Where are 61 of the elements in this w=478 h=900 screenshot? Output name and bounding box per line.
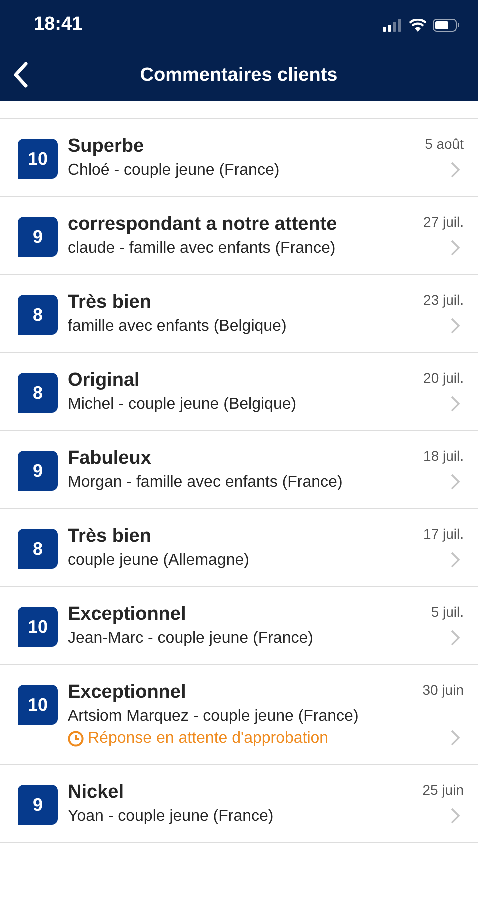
score-badge: 10 bbox=[18, 607, 58, 647]
review-row[interactable]: 9 correspondant a notre attente claude - famille avec enfants (France) 27 juil. bbox=[0, 197, 478, 275]
review-title: Superbe bbox=[68, 136, 146, 158]
review-date: 27 juil. bbox=[424, 214, 464, 230]
review-title: Très bien bbox=[68, 526, 152, 548]
chevron-icon bbox=[451, 318, 460, 334]
review-title: Très bien bbox=[68, 292, 152, 314]
battery-icon bbox=[433, 18, 460, 32]
score-badge: 8 bbox=[18, 373, 58, 413]
score-badge: 8 bbox=[18, 529, 58, 569]
review-row[interactable]: 8 Original Michel - couple jeune (Belgique) 20 juil. bbox=[0, 353, 478, 431]
reviewer-info: Artsiom Marquez - couple jeune (France) bbox=[68, 708, 360, 726]
reviewer-info: famille avec enfants (Belgique) bbox=[68, 318, 288, 336]
chevron-icon bbox=[451, 808, 460, 824]
review-date: 5 juil. bbox=[431, 604, 464, 620]
chevron-icon bbox=[451, 630, 460, 646]
review-row[interactable]: 8 Très bien famille avec enfants (Belgique) 23 juil. bbox=[0, 275, 478, 353]
score-badge: 9 bbox=[18, 451, 58, 491]
review-title: Exceptionnel bbox=[68, 604, 188, 626]
review-date: 30 juin bbox=[422, 682, 464, 698]
wifi-icon bbox=[409, 18, 427, 32]
chevron-icon bbox=[451, 240, 460, 256]
clock-icon bbox=[68, 731, 84, 747]
signal-icon bbox=[383, 18, 403, 32]
reviewer-info: Michel - couple jeune (Belgique) bbox=[68, 396, 298, 414]
review-row[interactable]: 10 Exceptionnel Jean-Marc - couple jeune (France) 5 juil. bbox=[0, 587, 478, 665]
response-status: Réponse en attente d'approbation bbox=[88, 730, 329, 748]
score-badge: 8 bbox=[18, 295, 58, 335]
chevron-icon bbox=[451, 730, 460, 746]
reviewer-info: claude - famille avec enfants (France) bbox=[68, 240, 337, 258]
chevron-icon bbox=[451, 552, 460, 568]
reviewer-info: Jean-Marc - couple jeune (France) bbox=[68, 630, 314, 648]
reviewer-info: Chloé - couple jeune (France) bbox=[68, 162, 281, 180]
reviewer-info: Morgan - famille avec enfants (France) bbox=[68, 474, 344, 492]
review-date: 20 juil. bbox=[424, 370, 464, 386]
chevron-icon bbox=[451, 162, 460, 178]
review-date: 17 juil. bbox=[424, 526, 464, 542]
screen-title: Commentaires clients bbox=[140, 64, 338, 86]
review-date: 25 juin bbox=[422, 782, 464, 798]
review-title: Nickel bbox=[68, 782, 125, 804]
review-row[interactable]: 9 Nickel Yoan - couple jeune (France) 25 juin bbox=[0, 765, 478, 843]
review-title: Original bbox=[68, 370, 141, 392]
review-date: 23 juil. bbox=[424, 292, 464, 308]
review-row[interactable]: 9 Fabuleux Morgan - famille avec enfants (France) 18 juil. bbox=[0, 431, 478, 509]
chevron-icon bbox=[451, 474, 460, 490]
reviewer-info: couple jeune (Allemagne) bbox=[68, 552, 250, 570]
score-badge: 9 bbox=[18, 217, 58, 257]
review-row[interactable]: 10 Superbe Chloé - couple jeune (France) 5 août bbox=[0, 119, 478, 197]
reviewer-info: Yoan - couple jeune (France) bbox=[68, 808, 275, 826]
review-row[interactable]: 10 Exceptionnel Artsiom Marquez - couple jeune (France) Réponse en attente d'approbation 30 juin bbox=[0, 665, 478, 765]
review-date: 18 juil. bbox=[424, 448, 464, 464]
review-title: correspondant a notre attente bbox=[68, 214, 338, 236]
score-badge: 10 bbox=[18, 685, 58, 725]
review-title: Exceptionnel bbox=[68, 682, 188, 704]
score-badge: 10 bbox=[18, 139, 58, 179]
chevron-icon bbox=[451, 396, 460, 412]
status-time: 18:41 bbox=[34, 14, 83, 36]
review-row[interactable]: 8 Très bien couple jeune (Allemagne) 17 juil. bbox=[0, 509, 478, 587]
score-badge: 9 bbox=[18, 785, 58, 825]
review-date: 5 août bbox=[425, 136, 464, 152]
review-title: Fabuleux bbox=[68, 448, 152, 470]
